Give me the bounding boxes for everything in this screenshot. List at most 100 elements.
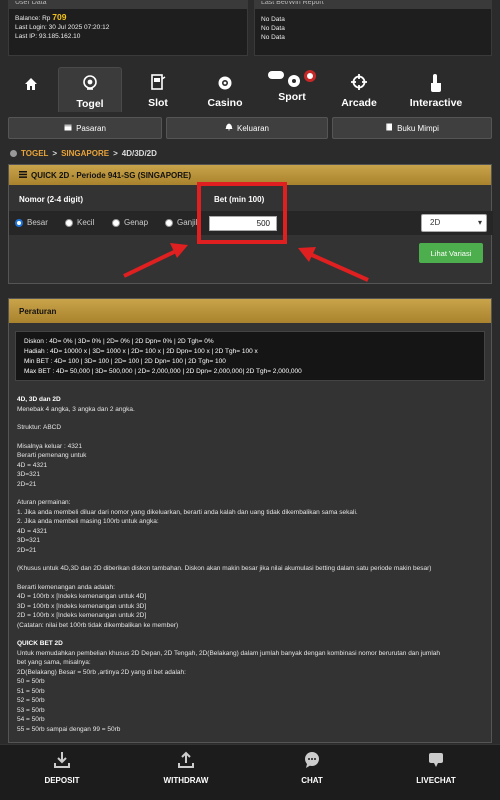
rules-line: Berarti pemenang untuk	[17, 452, 87, 459]
rules-line: Misalnya keluar : 4321	[17, 442, 83, 450]
rules-line: 3D=321	[17, 471, 40, 478]
main-nav: Togel Slot Casino Sport Arcade Interacti…	[0, 67, 500, 112]
option-ganjil[interactable]: Ganjil	[165, 218, 197, 227]
rules-line: 51 = 50rb	[17, 687, 45, 695]
book-icon	[385, 123, 393, 133]
livechat-button[interactable]: LIVECHAT	[386, 745, 486, 800]
home-icon	[8, 73, 54, 95]
withdraw-button[interactable]: WITHDRAW	[136, 745, 236, 800]
bet-input[interactable]: 500	[209, 216, 277, 231]
pasaran-button[interactable]: Pasaran	[8, 117, 162, 139]
balance-line: Balance: Rp 709	[9, 13, 247, 23]
nav-casino[interactable]: Casino	[194, 67, 256, 112]
rules-line: 4D = 100rb x [Indeks kemenangan untuk 4D…	[17, 593, 147, 600]
rules-title: Peraturan	[9, 299, 491, 323]
nav-slot[interactable]: Slot	[128, 67, 188, 112]
nav-togel[interactable]: Togel	[58, 67, 122, 112]
option-besar[interactable]: Besar	[15, 218, 48, 227]
option-kecil[interactable]: Kecil	[65, 218, 94, 227]
user-data-header: User Data	[9, 1, 247, 9]
report-header: Last Bet/Win Report	[255, 1, 491, 9]
quick-2d-header: QUICK 2D - Periode 941-SG (SINGAPORE)	[9, 165, 491, 185]
report-line: No Data	[261, 34, 285, 41]
deposit-button[interactable]: DEPOSIT	[12, 745, 112, 800]
lottery-ball-icon	[59, 74, 121, 96]
calendar-icon	[64, 123, 72, 133]
radio-icon	[65, 218, 73, 227]
bet-label: Bet (min 100)	[214, 195, 265, 204]
quick-2d-title: QUICK 2D - Periode 941-SG (SINGAPORE)	[31, 170, 192, 180]
rules-spacer	[17, 630, 483, 639]
casino-chip-icon	[194, 73, 256, 95]
bet-type-select[interactable]: 2D ▾	[421, 214, 487, 232]
nav-togel-label: Togel	[76, 98, 104, 110]
breadcrumb-singapore[interactable]: SINGAPORE	[61, 149, 109, 158]
rules-line: 50 = 50rb	[17, 678, 45, 685]
deposit-label: DEPOSIT	[44, 776, 80, 785]
nav-interactive[interactable]: Interactive	[400, 67, 472, 112]
sport-icon	[262, 67, 322, 89]
fee-line: Max BET : 4D= 50,000 | 3D= 500,000 | 2D=…	[24, 368, 302, 375]
breadcrumb: TOGEL > SINGAPORE > 4D/3D/2D	[10, 149, 157, 158]
nomor-label: Nomor (2-4 digit)	[19, 195, 83, 204]
rules-spacer	[17, 433, 483, 442]
nav-casino-label: Casino	[207, 97, 243, 109]
rules-line: 2D(Belakang) Besar = 50rb ,artinya 2D ya…	[17, 668, 186, 676]
rules-line: 4D = 4321	[17, 527, 48, 535]
chat-bubble-icon	[262, 751, 362, 773]
nav-interactive-label: Interactive	[409, 97, 463, 109]
balance-label: Balance: Rp	[15, 15, 51, 22]
bell-icon	[225, 123, 233, 133]
bet-type-value: 2D	[430, 218, 441, 227]
option-besar-label: Besar	[27, 218, 48, 227]
upload-icon	[136, 751, 236, 773]
rules-line: 55 = 50rb sampai dengan 99 = 50rb	[17, 725, 121, 733]
option-genap-label: Genap	[124, 218, 149, 227]
rules-line: bet yang sama, misalnya:	[17, 659, 91, 666]
report-card: Last Bet/Win Report No Data No Data No D…	[254, 0, 492, 56]
rules-heading: 4D, 3D dan 2D	[17, 396, 61, 403]
keluaran-button[interactable]: Keluaran	[166, 117, 328, 139]
option-genap[interactable]: Genap	[112, 218, 148, 227]
option-kecil-label: Kecil	[77, 218, 95, 227]
rules-line: Berarti kemenangan anda adalah:	[17, 583, 115, 591]
nav-sport[interactable]: Sport	[262, 67, 322, 112]
nav-arcade[interactable]: Arcade	[328, 67, 390, 112]
rules-line: 4D = 4321	[17, 461, 48, 469]
radio-selected-icon	[15, 218, 23, 227]
rules-line: Struktur: ABCD	[17, 424, 62, 431]
chevron-down-icon: ▾	[477, 218, 482, 227]
last-login: Last Login: 30 Jul 2025 07:20:12	[15, 24, 110, 31]
rules-panel: Peraturan Diskon : 4D= 0% | 3D= 0% | 2D=…	[8, 298, 492, 743]
rules-heading: QUICK BET 2D	[17, 640, 63, 647]
download-icon	[12, 751, 112, 773]
fee-line: Diskon : 4D= 0% | 3D= 0% | 2D= 0% | 2D D…	[24, 338, 214, 345]
rules-line: 1. Jika anda membeli diluar dari nomor y…	[17, 508, 358, 516]
breadcrumb-togel[interactable]: TOGEL	[21, 149, 48, 158]
rules-spacer	[17, 555, 483, 564]
rules-line: 3D=321	[17, 537, 40, 544]
fee-line: Hadiah : 4D= 10000 x | 3D= 1000 x | 2D= …	[24, 348, 258, 355]
radio-icon	[112, 218, 120, 227]
quick-2d-panel: QUICK 2D - Periode 941-SG (SINGAPORE) No…	[8, 164, 493, 284]
breadcrumb-current: 4D/3D/2D	[121, 149, 157, 158]
nav-home[interactable]	[8, 67, 54, 112]
chat-label: CHAT	[301, 776, 323, 785]
breadcrumb-separator: >	[113, 149, 118, 158]
buku-mimpi-button[interactable]: Buku Mimpi	[332, 117, 492, 139]
lihat-variasi-button[interactable]: Lihat Variasi	[419, 243, 483, 263]
rules-spacer	[17, 414, 483, 423]
nav-arcade-label: Arcade	[341, 97, 377, 109]
report-line: No Data	[261, 16, 285, 23]
togel-submenu: Pasaran Keluaran Buku Mimpi	[8, 117, 492, 139]
breadcrumb-separator: >	[52, 149, 58, 158]
fee-table: Diskon : 4D= 0% | 3D= 0% | 2D= 0% | 2D D…	[15, 331, 485, 381]
rules-line: 2. Jika anda membeli masing 100rb untuk …	[17, 518, 159, 525]
rules-line: 54 = 50rb	[17, 716, 45, 723]
rules-text: 4D, 3D dan 2D Menebak 4 angka, 3 angka da…	[9, 381, 491, 734]
fee-line: Min BET : 4D= 100 | 3D= 100 | 2D= 100 | …	[24, 358, 226, 365]
pasaran-label: Pasaran	[76, 123, 106, 133]
rules-line: Untuk memudahkan pembelian khusus 2D Dep…	[17, 649, 440, 657]
user-data-card: User Data Balance: Rp 709 Last Login: 30…	[8, 0, 248, 56]
chat-button[interactable]: CHAT	[262, 745, 362, 800]
